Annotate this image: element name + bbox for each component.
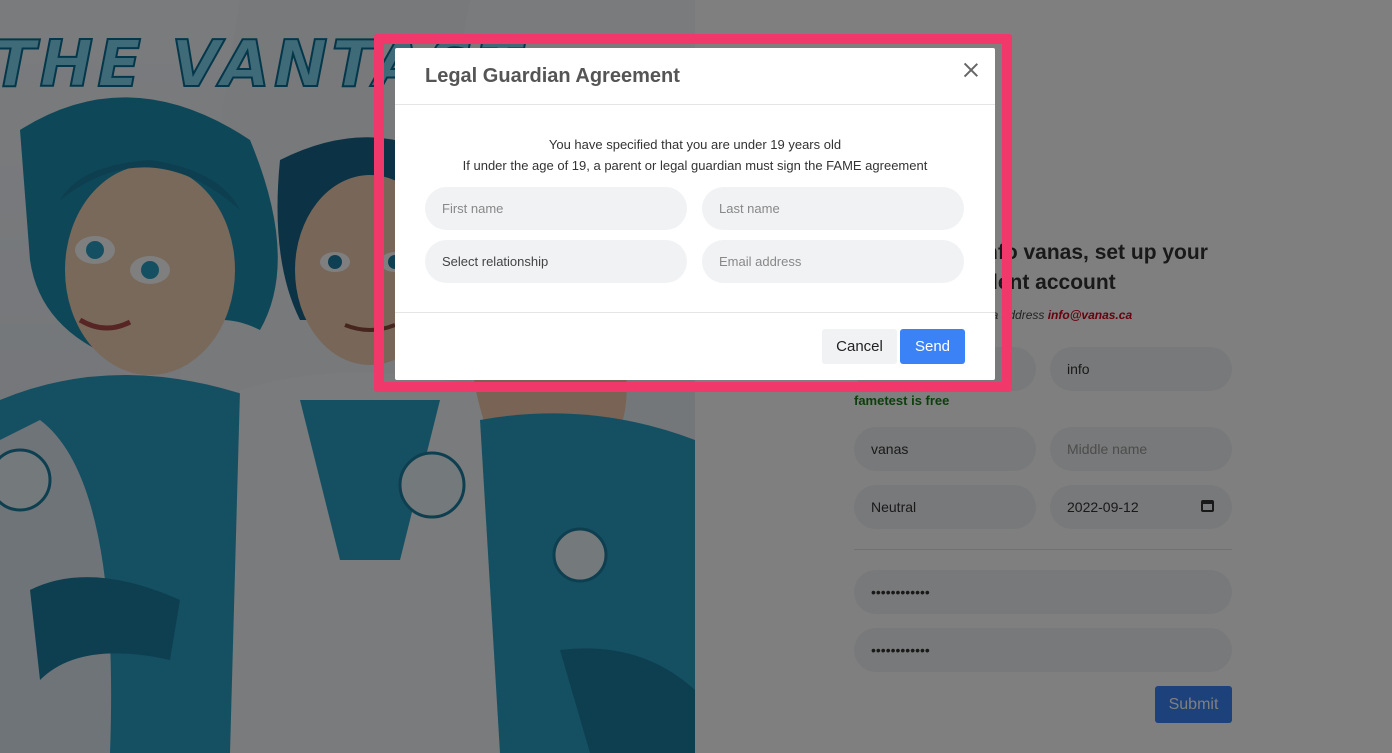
- modal-body: You have specified that you are under 19…: [395, 48, 995, 313]
- age-notice: You have specified that you are under 19…: [548, 137, 842, 152]
- guardian-email-input[interactable]: [702, 240, 964, 283]
- cancel-button[interactable]: Cancel: [822, 329, 897, 364]
- guardian-last-name-input[interactable]: [702, 187, 964, 230]
- legal-guardian-modal: Legal Guardian Agreement You have specif…: [395, 48, 995, 380]
- modal-footer: Cancel Send: [395, 313, 995, 379]
- guardian-requirement-notice: If under the age of 19, a parent or lega…: [462, 158, 928, 173]
- relationship-select[interactable]: Select relationship: [425, 240, 687, 283]
- send-button[interactable]: Send: [900, 329, 965, 364]
- guardian-first-name-input[interactable]: [425, 187, 687, 230]
